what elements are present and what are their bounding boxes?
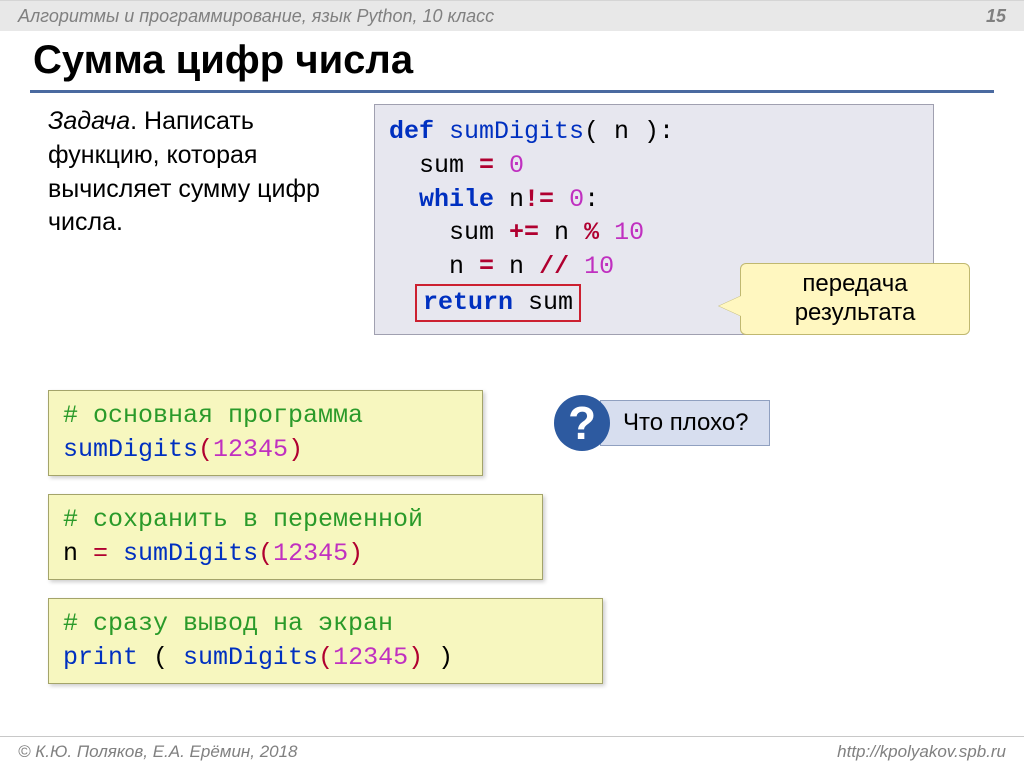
num: 10 [569, 252, 614, 281]
callout-line-1: передача [755, 270, 955, 299]
op-plus-assign: += [509, 218, 539, 247]
kw-while: while [419, 185, 494, 214]
comment: # сразу вывод на экран [63, 607, 588, 641]
code-text: sum [449, 218, 509, 247]
code-text: sum [419, 151, 479, 180]
question-text: Что плохо? [600, 400, 770, 446]
op-neq: != [524, 185, 554, 214]
example-store: # сохранить в переменной n = sumDigits(1… [48, 494, 543, 580]
comment: # основная программа [63, 399, 468, 433]
fn-name: sumDigits [63, 435, 198, 464]
example-line: print ( sumDigits(12345) ) [63, 641, 588, 675]
paren-close: ) [288, 435, 303, 464]
slide: Алгоритмы и программирование, язык Pytho… [0, 0, 1024, 767]
callout-result: передача результата [740, 263, 970, 335]
footer-url: http://kpolyakov.spb.ru [837, 742, 1006, 762]
num: 12345 [333, 643, 408, 672]
num: 10 [599, 218, 644, 247]
num: 12345 [213, 435, 288, 464]
breadcrumb: Алгоритмы и программирование, язык Pytho… [18, 6, 494, 27]
paren-close: ) [348, 539, 363, 568]
callout-line-2: результата [755, 299, 955, 328]
fn-name: sumDigits [123, 539, 258, 568]
paren-open: ( [258, 539, 273, 568]
code-line-4: sum += n % 10 [389, 216, 919, 250]
question-callout: ? Что плохо? [554, 395, 770, 451]
op-assign: = [479, 151, 494, 180]
task-text: Задача. Написать функцию, которая вычисл… [48, 105, 348, 240]
question-mark-icon: ? [554, 395, 610, 451]
code-text [108, 539, 123, 568]
topbar: Алгоритмы и программирование, язык Pytho… [0, 0, 1024, 31]
code-text: sum [513, 288, 573, 317]
code-text: ) [423, 643, 453, 672]
footer: © К.Ю. Поляков, Е.А. Ерёмин, 2018 http:/… [0, 736, 1024, 767]
comment: # сохранить в переменной [63, 503, 528, 537]
example-print: # сразу вывод на экран print ( sumDigits… [48, 598, 603, 684]
code-text: : [584, 185, 599, 214]
op-assign: = [479, 252, 494, 281]
kw-return: return [423, 288, 513, 317]
task-label: Задача [48, 107, 130, 135]
page-title: Сумма цифр числа [33, 38, 413, 83]
paren-open: ( [198, 435, 213, 464]
code-line-1: def sumDigits( n ): [389, 115, 919, 149]
code-text: ( [138, 643, 183, 672]
code-text: ( n ): [584, 117, 674, 146]
code-text: n [494, 252, 539, 281]
code-text: n [539, 218, 584, 247]
paren-close: ) [408, 643, 423, 672]
num: 0 [554, 185, 584, 214]
op-intdiv: // [539, 252, 569, 281]
footer-copyright: © К.Ю. Поляков, Е.А. Ерёмин, 2018 [18, 742, 298, 762]
kw-def: def [389, 117, 434, 146]
num: 12345 [273, 539, 348, 568]
code-line-2: sum = 0 [389, 149, 919, 183]
op-mod: % [584, 218, 599, 247]
code-text: n [494, 185, 524, 214]
return-frame: return sum [415, 284, 581, 322]
example-line: n = sumDigits(12345) [63, 537, 528, 571]
num: 0 [494, 151, 524, 180]
code-text: n [449, 252, 479, 281]
example-line: sumDigits(12345) [63, 433, 468, 467]
paren-open: ( [318, 643, 333, 672]
fn-name: sumDigits [183, 643, 318, 672]
fn-name: sumDigits [434, 117, 584, 146]
fn-print: print [63, 643, 138, 672]
page-number: 15 [986, 6, 1006, 27]
code-line-3: while n!= 0: [389, 183, 919, 217]
op-assign: = [93, 539, 108, 568]
title-underline [30, 90, 994, 93]
example-main: # основная программа sumDigits(12345) [48, 390, 483, 476]
code-text: n [63, 539, 93, 568]
